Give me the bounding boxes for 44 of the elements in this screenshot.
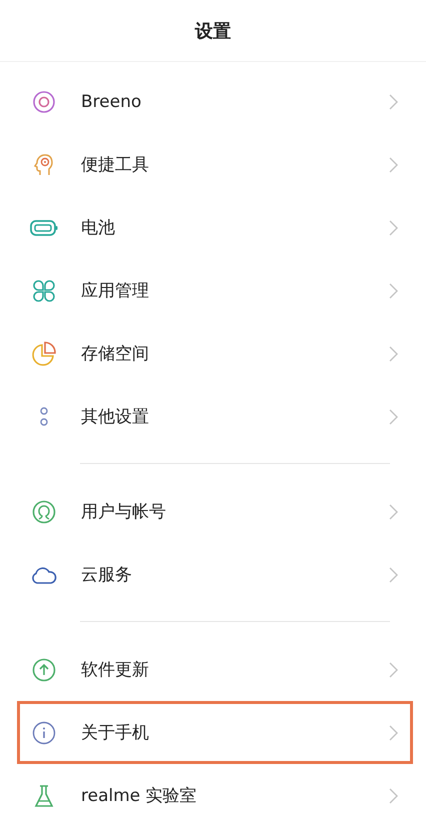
chevron-icon <box>389 156 398 172</box>
settings-row[interactable]: Breeno <box>17 70 413 133</box>
row-label: 软件更新 <box>81 659 150 681</box>
settings-row[interactable]: 云服务 <box>17 543 413 606</box>
row-label: 关于手机 <box>81 722 150 744</box>
chevron-icon <box>389 504 398 520</box>
chevron-icon <box>389 94 398 110</box>
apps-icon <box>32 278 56 302</box>
highlighted-settings-row[interactable]: 关于手机 <box>17 701 413 764</box>
settings-row[interactable]: 便捷工具 <box>17 133 413 196</box>
row-label: 便捷工具 <box>81 154 150 176</box>
row-label: 应用管理 <box>81 280 150 302</box>
chevron-icon <box>389 346 398 362</box>
settings-row[interactable]: realme 实验室 <box>17 764 413 827</box>
chevron-icon <box>389 788 398 804</box>
row-label: realme 实验室 <box>81 785 198 807</box>
info-icon <box>32 720 56 744</box>
row-label: 存储空间 <box>81 343 150 365</box>
pie-chart-icon <box>31 340 57 366</box>
chevron-icon <box>389 220 398 236</box>
settings-row[interactable]: 应用管理 <box>17 259 413 322</box>
settings-row[interactable]: 存储空间 <box>17 322 413 385</box>
row-label: 其他设置 <box>81 406 150 428</box>
dots-icon <box>39 406 49 428</box>
target-icon <box>32 90 56 114</box>
chevron-icon <box>389 662 398 678</box>
chevron-icon <box>389 566 398 582</box>
upload-icon <box>32 658 56 682</box>
row-label: Breeno <box>81 92 142 112</box>
settings-row[interactable]: 其他设置 <box>17 385 413 448</box>
page-title: 设置 <box>195 20 231 42</box>
chevron-icon <box>389 408 398 424</box>
settings-row[interactable]: 软件更新 <box>17 638 413 701</box>
settings-row[interactable]: 电池 <box>17 196 413 259</box>
chevron-icon <box>389 282 398 298</box>
row-label: 电池 <box>81 217 116 239</box>
row-label: 用户与帐号 <box>81 501 167 523</box>
flask-icon <box>34 784 54 808</box>
row-label: 云服务 <box>81 564 133 586</box>
battery-icon <box>30 220 58 236</box>
settings-row[interactable]: 用户与帐号 <box>17 480 413 543</box>
chevron-icon <box>389 724 398 740</box>
user-icon <box>32 500 56 524</box>
cloud-icon <box>30 564 58 584</box>
